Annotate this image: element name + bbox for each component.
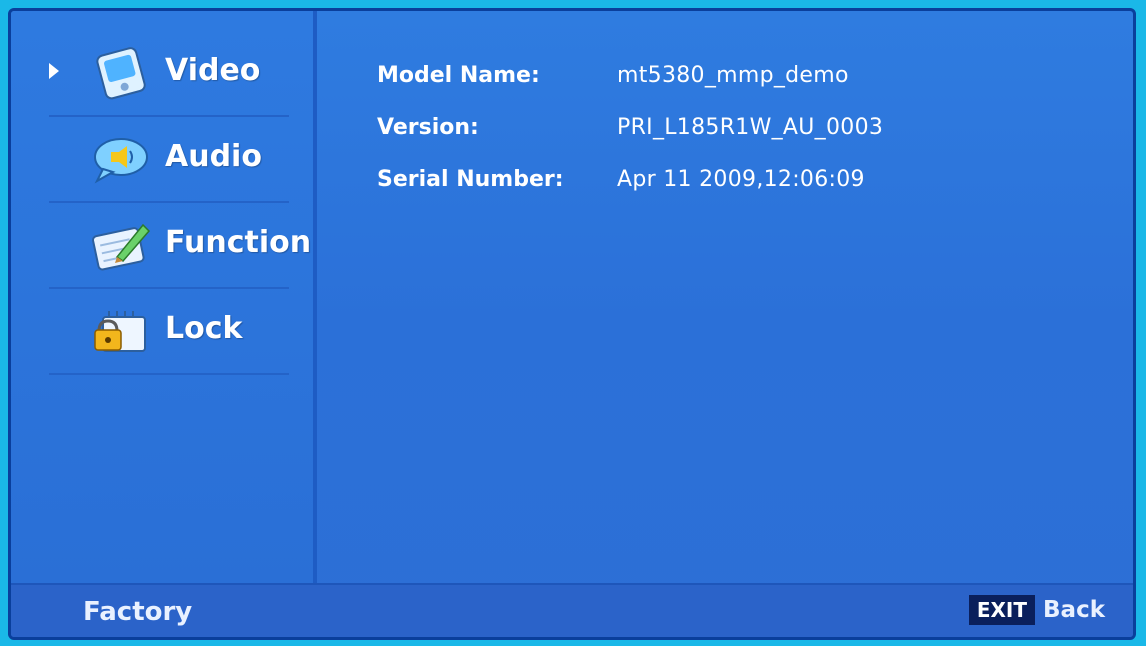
model-name-label: Model Name:	[377, 63, 540, 88]
menu-item-function[interactable]: Function	[49, 203, 311, 289]
footer-bar: Factory EXIT Back	[11, 583, 1133, 637]
menu-title: Factory	[83, 597, 193, 627]
model-name-value: mt5380_mmp_demo	[617, 63, 849, 88]
version-label: Version:	[377, 115, 479, 140]
info-panel: Model Name: mt5380_mmp_demo Version: PRI…	[317, 11, 1133, 583]
function-icon	[89, 217, 155, 273]
exit-back-label: Back	[1043, 597, 1105, 623]
serial-number-label: Serial Number:	[377, 167, 564, 192]
audio-icon	[89, 131, 155, 187]
menu-item-label: Video	[165, 53, 261, 88]
menu-item-label: Function	[165, 225, 312, 260]
menu-item-video[interactable]: Video	[49, 31, 289, 117]
sidebar-menu: Video Audio Function Lock	[11, 11, 317, 583]
selection-arrow-icon	[49, 63, 59, 79]
exit-key-badge: EXIT	[968, 595, 1036, 625]
osd-menu-window: Video Audio Function Lock Model Name: mt…	[8, 8, 1136, 640]
video-icon	[89, 45, 155, 101]
lock-icon	[89, 303, 155, 359]
version-value: PRI_L185R1W_AU_0003	[617, 115, 884, 140]
menu-item-label: Audio	[165, 139, 262, 174]
exit-back-button[interactable]: EXIT Back	[968, 595, 1105, 625]
serial-number-value: Apr 11 2009,12:06:09	[617, 167, 865, 192]
menu-item-lock[interactable]: Lock	[49, 289, 289, 375]
menu-item-audio[interactable]: Audio	[49, 117, 289, 203]
menu-item-label: Lock	[165, 311, 243, 346]
